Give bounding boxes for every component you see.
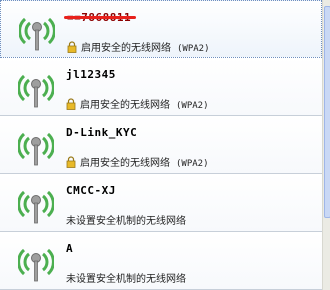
wireless-network-list-panel: ==7868811 启用安全的无线网络(WPA2) jl12345: [0, 0, 322, 290]
network-item[interactable]: jl12345 启用安全的无线网络 (WPA2): [0, 58, 322, 116]
security-protocol: (WPA2): [176, 101, 209, 111]
wifi-signal-icon: [18, 248, 54, 282]
network-item[interactable]: ==7868811 启用安全的无线网络(WPA2): [0, 0, 322, 58]
security-text: 启用安全的无线网络: [81, 43, 171, 54]
network-security-status: 启用安全的无线网络 (WPA2): [66, 96, 209, 111]
network-security-status: 未设置安全机制的无线网络: [66, 212, 186, 227]
lock-icon: [66, 98, 76, 110]
redaction-mark: [64, 16, 136, 19]
network-security-status: 启用安全的无线网络 (WPA2): [66, 154, 209, 169]
network-item[interactable]: D-Link_KYC 启用安全的无线网络 (WPA2): [0, 116, 322, 174]
security-protocol: (WPA2): [176, 159, 209, 169]
network-list: ==7868811 启用安全的无线网络(WPA2) jl12345: [0, 0, 322, 290]
vertical-scrollbar[interactable]: [322, 0, 330, 290]
wifi-signal-icon: [18, 190, 54, 224]
network-ssid: A: [66, 242, 74, 255]
security-text: 未设置安全机制的无线网络: [66, 216, 186, 227]
network-ssid: jl12345: [66, 68, 116, 81]
network-security-status: 未设置安全机制的无线网络: [66, 270, 186, 285]
network-item[interactable]: A 未设置安全机制的无线网络: [0, 232, 322, 290]
network-item[interactable]: CMCC-XJ 未设置安全机制的无线网络: [0, 174, 322, 232]
wifi-signal-icon: [18, 132, 54, 166]
network-security-status: 启用安全的无线网络 (WPA2): [67, 39, 210, 54]
lock-icon: [66, 156, 76, 168]
scrollbar-thumb[interactable]: [324, 6, 330, 218]
wifi-signal-icon: [19, 17, 55, 51]
security-text: 未设置安全机制的无线网络: [66, 274, 186, 285]
security-text: 启用安全的无线网络: [80, 158, 170, 169]
security-text: 启用安全的无线网络: [80, 100, 170, 111]
security-protocol: (WPA2): [177, 44, 210, 54]
lock-icon: [67, 41, 77, 53]
wifi-signal-icon: [18, 74, 54, 108]
network-ssid: D-Link_KYC: [66, 126, 138, 139]
network-ssid: CMCC-XJ: [66, 184, 116, 197]
